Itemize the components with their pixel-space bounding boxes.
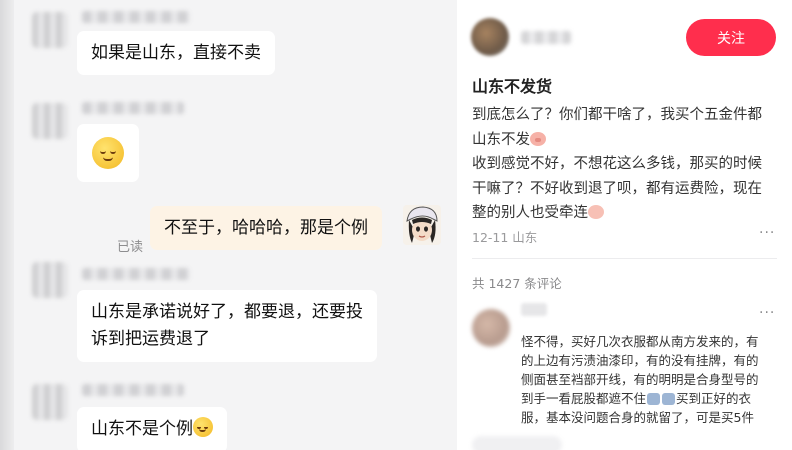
- post-body-line-with-emoji: 山东不发: [472, 128, 780, 153]
- comment-more-options-icon[interactable]: ···: [759, 305, 775, 321]
- comment-line: 到手一看屁股都遮不住: [521, 391, 647, 406]
- comment-line: 服，基本没问题合身的就留了，可是买5件: [521, 410, 754, 425]
- author-avatar[interactable]: [471, 18, 509, 56]
- next-comment-preview: [472, 436, 562, 450]
- follow-button[interactable]: 关注: [686, 19, 776, 56]
- woozy-face-emoji-icon: [193, 417, 213, 437]
- crying-emoji-icon: [588, 205, 604, 219]
- post-title: 山东不发货: [472, 77, 553, 96]
- sender-name-redacted: [82, 102, 184, 114]
- comment-count: 共 1427 条评论: [472, 276, 562, 291]
- my-avatar[interactable]: [403, 205, 441, 245]
- post-date-location: 12-11 山东: [472, 230, 538, 245]
- message-text: 如果是山东，直接不卖: [91, 43, 261, 63]
- comment-line: 怪不得，买好几次衣服都从南方发来的，有: [521, 334, 759, 349]
- post-body-line: 山东不发: [472, 131, 530, 148]
- message-bubble[interactable]: 山东是承诺说好了，都要退，还要投 诉到把运费退了: [77, 290, 377, 362]
- message-bubble[interactable]: 如果是山东，直接不卖: [77, 31, 275, 75]
- avatar[interactable]: [32, 103, 68, 139]
- commenter-avatar[interactable]: [472, 309, 510, 347]
- message-text-line: 诉到把运费退了: [91, 329, 210, 349]
- relieved-face-emoji-icon: [92, 137, 124, 169]
- sticker-emoji-icon: [647, 393, 661, 405]
- author-name-redacted[interactable]: [521, 31, 571, 44]
- commenter-name-redacted[interactable]: [521, 303, 547, 316]
- comment-line: 侧面甚至裆部开线，有的明明是合身型号的: [521, 372, 759, 387]
- sender-name-redacted: [82, 384, 184, 396]
- avatar[interactable]: [32, 384, 68, 420]
- my-message-bubble[interactable]: 不至于，哈哈哈，那是个例: [150, 206, 382, 250]
- post-body: 到底怎么了？你们都干啥了，我买个五金件都 山东不发 收到感觉不好，不想花这么多钱…: [472, 103, 780, 226]
- sender-name-redacted: [82, 268, 190, 280]
- message-bubble[interactable]: 山东不是个例: [77, 407, 227, 450]
- window-edge-shadow: [0, 0, 14, 450]
- post-body-line: 干嘛了？不好收到退了呗，都有运费险，现在: [472, 180, 762, 197]
- avatar[interactable]: [32, 12, 68, 48]
- sender-name-redacted: [82, 11, 190, 23]
- post-body-line: 收到感觉不好，不想花这么多钱，那买的时候: [472, 156, 762, 172]
- divider: [472, 258, 777, 259]
- post-body-line: 整的别人也受牵连: [472, 205, 588, 221]
- message-text: 不至于，哈哈哈，那是个例: [164, 218, 368, 238]
- post-panel: 关注 山东不发货 到底怎么了？你们都干啥了，我买个五金件都 山东不发 收到感觉不…: [457, 0, 792, 450]
- post-more-options-icon[interactable]: ···: [759, 225, 775, 241]
- sticker-emoji-icon: [662, 393, 676, 405]
- message-text-line: 山东是承诺说好了，都要退，还要投: [91, 302, 363, 322]
- message-text: 山东不是个例: [91, 419, 193, 439]
- comment-body[interactable]: 怪不得，买好几次衣服都从南方发来的，有 的上边有污渍油漆印，有的没有挂牌，有的 …: [521, 332, 777, 427]
- message-bubble[interactable]: [77, 124, 139, 182]
- read-receipt: 已读: [117, 240, 144, 255]
- cartoon-girl-icon: [403, 205, 441, 245]
- avatar[interactable]: [32, 262, 68, 298]
- screenshot: 如果是山东，直接不卖 不至于，哈哈哈，那是个例 已读 山东是承诺说好了，都要退，…: [0, 0, 792, 450]
- comment-line: 的上边有污渍油漆印，有的没有挂牌，有的: [521, 353, 759, 368]
- comment-line: 买到正好的衣: [676, 391, 752, 406]
- comment-line-with-emoji: 到手一看屁股都遮不住 买到正好的衣: [521, 389, 777, 408]
- chat-panel: 如果是山东，直接不卖 不至于，哈哈哈，那是个例 已读 山东是承诺说好了，都要退，…: [0, 0, 457, 450]
- pig-face-emoji-icon: [530, 131, 546, 146]
- post-body-line: 到底怎么了？你们都干啥了，我买个五金件都: [472, 107, 762, 123]
- post-body-line-with-emoji: 整的别人也受牵连: [472, 201, 780, 226]
